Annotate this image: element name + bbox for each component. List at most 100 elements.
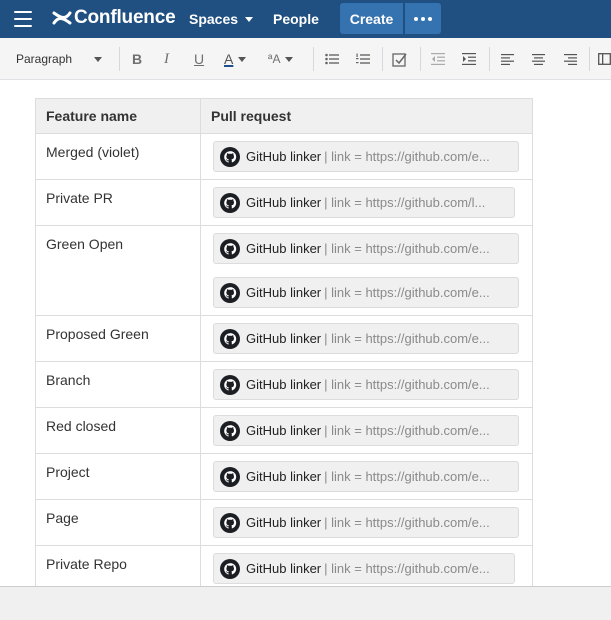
checkbox-icon — [392, 52, 407, 67]
macro-parameters: | link = https://github.com/e... — [324, 331, 490, 346]
paragraph-style-label: Paragraph — [16, 52, 73, 66]
chevron-down-icon — [285, 56, 294, 62]
logo-text: Confluence — [74, 7, 176, 28]
outdent-icon — [431, 53, 445, 65]
nav-people-label: People — [273, 11, 319, 27]
pull-request-cell[interactable]: GitHub linker | link = https://github.com… — [200, 179, 533, 226]
feature-name-cell[interactable]: Merged (violet) — [35, 133, 201, 180]
macro-name: GitHub linker — [246, 561, 322, 576]
table-header-row: Feature name Pull request — [35, 98, 533, 134]
macro-parameters: | link = https://github.com/e... — [324, 241, 490, 256]
align-center-button[interactable] — [532, 38, 545, 80]
numbered-list-icon — [356, 53, 370, 64]
github-linker-macro[interactable]: GitHub linker | link = https://github.com… — [213, 277, 519, 308]
pull-request-cell[interactable]: GitHub linker | link = https://github.com… — [200, 499, 533, 546]
table-row: Page GitHub linker | link = https://github… — [35, 499, 533, 546]
indent-icon — [462, 53, 476, 65]
table-row: Green Open GitHub linker | link = https://… — [35, 225, 533, 316]
nav-people-link[interactable]: People — [273, 0, 319, 38]
macro-parameters: | link = https://github.com/e... — [324, 561, 490, 576]
macro-name: GitHub linker — [246, 149, 322, 164]
toolbar-divider — [382, 47, 383, 71]
toolbar-divider — [313, 47, 314, 71]
confluence-logo[interactable]: Confluence — [52, 6, 176, 30]
macro-parameters: | link = https://github.com/e... — [324, 285, 490, 300]
layout-icon — [598, 53, 611, 65]
table-row: Project GitHub linker | link = https://git… — [35, 453, 533, 500]
feature-name-cell[interactable]: Private Repo — [35, 545, 201, 586]
bold-button[interactable]: B — [132, 38, 142, 80]
bullet-list-button[interactable] — [325, 38, 339, 80]
macro-parameters: | link = https://github.com/e... — [324, 515, 490, 530]
github-icon — [220, 328, 240, 349]
macro-name: GitHub linker — [246, 515, 322, 530]
editor-content-area[interactable]: Feature name Pull request Merged (violet… — [0, 81, 611, 586]
feature-name-cell[interactable]: Branch — [35, 361, 201, 408]
toolbar-divider — [589, 47, 590, 71]
more-create-options-button[interactable] — [405, 3, 441, 34]
pull-request-cell[interactable]: GitHub linker | link = https://github.com… — [200, 315, 533, 362]
feature-name-cell[interactable]: Proposed Green — [35, 315, 201, 362]
feature-name-cell[interactable]: Green Open — [35, 225, 201, 316]
github-icon — [220, 512, 240, 533]
pull-request-cell[interactable]: GitHub linker | link = https://github.com… — [200, 453, 533, 500]
table-header-pull-request[interactable]: Pull request — [200, 98, 533, 134]
github-linker-macro[interactable]: GitHub linker | link = https://github.com… — [213, 369, 519, 400]
github-linker-macro[interactable]: GitHub linker | link = https://github.com… — [213, 187, 515, 218]
github-linker-macro[interactable]: GitHub linker | link = https://github.com… — [213, 323, 519, 354]
feature-name-cell[interactable]: Red closed — [35, 407, 201, 454]
feature-name-cell[interactable]: Private PR — [35, 179, 201, 226]
create-button[interactable]: Create — [340, 3, 403, 34]
more-formatting-button[interactable]: ªA — [268, 38, 294, 80]
github-linker-macro[interactable]: GitHub linker | link = https://github.com… — [213, 461, 519, 492]
chevron-down-icon — [245, 16, 254, 22]
page-layout-button[interactable] — [598, 38, 611, 80]
bold-icon: B — [132, 51, 143, 67]
github-icon — [220, 238, 240, 259]
github-linker-macro[interactable]: GitHub linker | link = https://github.com… — [213, 233, 519, 264]
github-icon — [220, 146, 240, 167]
macro-parameters: | link = https://github.com/e... — [324, 149, 490, 164]
numbered-list-button[interactable] — [356, 38, 370, 80]
features-table: Feature name Pull request Merged (violet… — [35, 98, 533, 586]
feature-name-cell[interactable]: Project — [35, 453, 201, 500]
feature-name-cell[interactable]: Page — [35, 499, 201, 546]
macro-parameters: | link = https://github.com/e... — [324, 377, 490, 392]
underline-button[interactable]: U — [194, 38, 204, 80]
table-body: Merged (violet) GitHub linker | link = htt… — [35, 133, 533, 586]
macro-name: GitHub linker — [246, 423, 322, 438]
github-linker-macro[interactable]: GitHub linker | link = https://github.com… — [213, 507, 519, 538]
ellipsis-icon — [414, 16, 418, 21]
github-icon — [220, 282, 240, 303]
pull-request-cell[interactable]: GitHub linker | link = https://github.com… — [200, 545, 533, 586]
menu-icon[interactable] — [14, 11, 32, 27]
github-icon — [220, 420, 240, 441]
confluence-logo-icon — [52, 11, 72, 25]
table-row: Private Repo GitHub linker | link = https:… — [35, 545, 533, 586]
indent-button[interactable] — [462, 38, 476, 80]
italic-button[interactable]: I — [164, 38, 169, 80]
table-row: Proposed Green GitHub linker | link = http… — [35, 315, 533, 362]
pull-request-cell[interactable]: GitHub linker | link = https://github.com… — [200, 225, 533, 316]
outdent-button[interactable] — [431, 38, 445, 80]
italic-icon: I — [164, 50, 169, 67]
table-header-feature-name[interactable]: Feature name — [35, 98, 201, 134]
github-linker-macro[interactable]: GitHub linker | link = https://github.com… — [213, 553, 515, 584]
table-row: Branch GitHub linker | link = https://gith… — [35, 361, 533, 408]
github-linker-macro[interactable]: GitHub linker | link = https://github.com… — [213, 415, 519, 446]
align-left-button[interactable] — [501, 38, 514, 80]
task-list-button[interactable] — [392, 38, 407, 80]
github-icon — [220, 192, 240, 213]
pull-request-cell[interactable]: GitHub linker | link = https://github.com… — [200, 133, 533, 180]
pull-request-cell[interactable]: GitHub linker | link = https://github.com… — [200, 361, 533, 408]
macro-name: GitHub linker — [246, 469, 322, 484]
pull-request-cell[interactable]: GitHub linker | link = https://github.com… — [200, 407, 533, 454]
github-icon — [220, 374, 240, 395]
macro-parameters: | link = https://github.com/l... — [324, 195, 486, 210]
nav-spaces-menu[interactable]: Spaces — [189, 0, 254, 38]
github-linker-macro[interactable]: GitHub linker | link = https://github.com… — [213, 141, 519, 172]
align-right-button[interactable] — [564, 38, 577, 80]
text-color-button[interactable]: A — [224, 38, 247, 80]
paragraph-style-dropdown[interactable]: Paragraph — [16, 38, 72, 80]
chevron-down-icon — [238, 56, 247, 62]
